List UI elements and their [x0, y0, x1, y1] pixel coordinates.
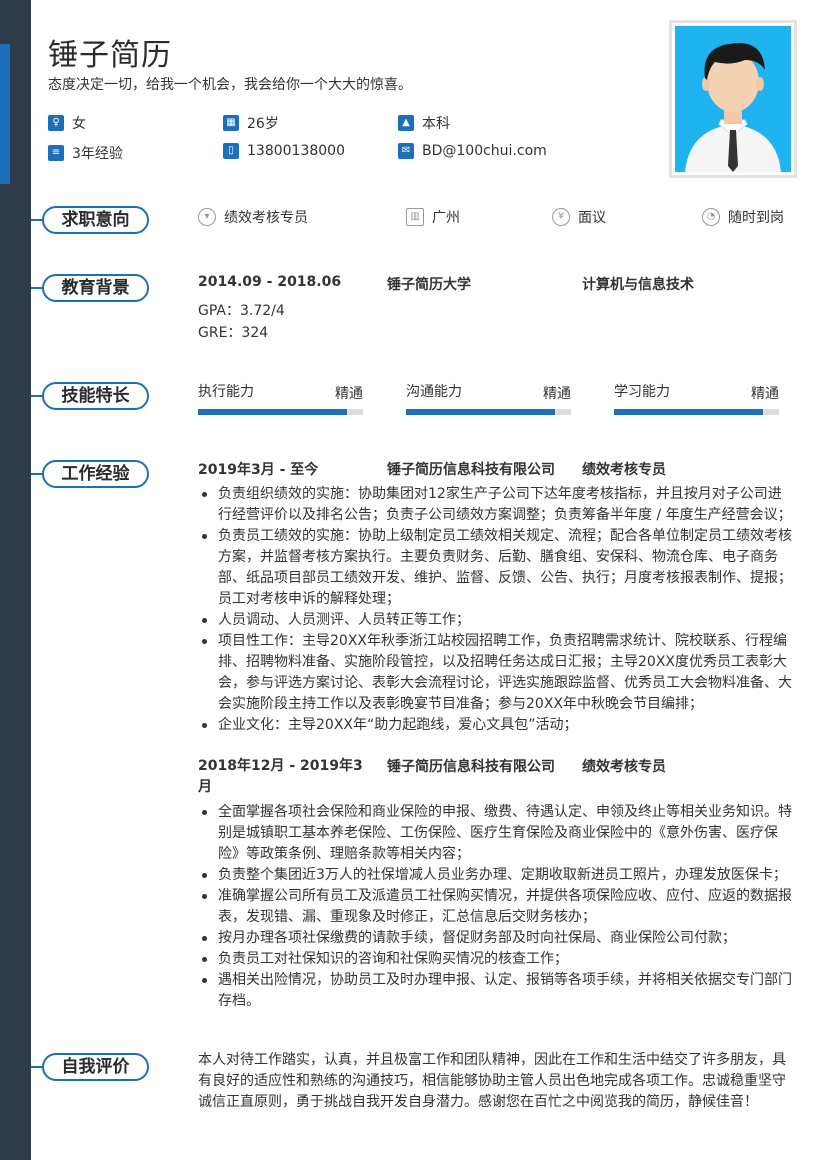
skill-level: 精通: [543, 386, 571, 402]
intent-city: ▥ 广州: [406, 207, 460, 227]
list-item: 项目性工作：主导20XX年秋季浙江站校园招聘工作，负责招聘需求统计、院校联系、行…: [198, 631, 794, 715]
info-gender: ♀ 女: [48, 113, 86, 133]
info-degree: ▲ 本科: [398, 113, 450, 133]
skill-level: 精通: [335, 386, 363, 402]
skill-bar-track: [198, 409, 363, 415]
info-email: ✉ BD@100chui.com: [398, 143, 547, 159]
job-company: 锤子简历信息科技有限公司: [387, 759, 555, 775]
email-value[interactable]: BD@100chui.com: [422, 143, 547, 159]
list-item: 企业文化：主导20XX年“助力起跑线，爱心文具包”活动；: [198, 715, 794, 736]
intent-availability-value: 随时到岗: [728, 210, 784, 226]
gender-icon: ♀: [48, 115, 64, 131]
skill-name: 沟通能力: [406, 384, 462, 400]
job-period: 2018年12月 - 2019年3月: [198, 758, 363, 795]
yen-icon: ¥: [552, 208, 570, 226]
section-title-education: 教育背景: [42, 274, 149, 302]
intent-position-value: 绩效考核专员: [224, 210, 308, 226]
skill-bar-fill: [614, 409, 763, 415]
list-item: 负责组织绩效的实施：协助集团对12家生产子公司下达年度考核指标，并且按月对子公司…: [198, 484, 794, 526]
graduation-cap-icon: ▲: [398, 115, 414, 131]
intent-availability: ◔ 随时到岗: [702, 207, 784, 227]
skill-name: 学习能力: [614, 384, 670, 400]
job-duties-list: 负责组织绩效的实施：协助集团对12家生产子公司下达年度考核指标，并且按月对子公司…: [198, 484, 794, 736]
education-gpa: GPA：3.72/4: [198, 303, 285, 319]
section-title-self: 自我评价: [42, 1053, 149, 1081]
job-title: 绩效考核专员: [582, 462, 666, 478]
phone-icon: ▯: [223, 143, 239, 159]
info-experience: ≡ 3年经验: [48, 143, 123, 163]
info-phone: ▯ 13800138000: [223, 143, 345, 159]
education-period: 2014.09 - 2018.06: [198, 274, 342, 290]
skill-bar-fill: [198, 409, 347, 415]
sidebar-accent: [0, 44, 10, 184]
education-gre: GRE：324: [198, 325, 269, 341]
list-item: 遇相关出险情况，协助员工及时办理申报、认定、报销等各项手续，并将相关依据交专门部…: [198, 970, 794, 1012]
list-item: 按月办理各项社保缴费的请款手续，督促财务部及时向社保局、商业保险公司付款；: [198, 928, 794, 949]
intent-city-value: 广州: [432, 210, 460, 226]
education-major: 计算机与信息技术: [582, 277, 694, 293]
intent-salary: ¥ 面议: [552, 207, 606, 227]
info-age: ▦ 26岁: [223, 113, 279, 133]
section-title-work: 工作经验: [42, 460, 149, 488]
intent-position: ▾ 绩效考核专员: [198, 207, 308, 227]
phone-value[interactable]: 13800138000: [247, 143, 345, 159]
skill-bar-track: [406, 409, 571, 415]
skill-level: 精通: [751, 386, 779, 402]
skill-bar-track: [614, 409, 779, 415]
resume-name: 锤子简历: [48, 38, 172, 73]
job-title: 绩效考核专员: [582, 759, 666, 775]
age-value: 26岁: [247, 116, 279, 132]
list-item: 人员调动、人员测评、人员转正等工作；: [198, 610, 794, 631]
list-item: 负责员工绩效的实施：协助上级制定员工绩效相关规定、流程；配合各单位制定员工绩效考…: [198, 526, 794, 610]
building-icon: ▥: [406, 208, 424, 226]
skill-bar-fill: [406, 409, 555, 415]
tie-icon: ▾: [198, 208, 216, 226]
intent-salary-value: 面议: [578, 210, 606, 226]
list-item: 全面掌握各项社会保险和商业保险的申报、缴费、待遇认定、申领及终止等相关业务知识。…: [198, 802, 794, 865]
profile-photo: [669, 20, 797, 178]
list-item: 准确掌握公司所有员工及派遣员工社保购买情况，并提供各项保险应收、应付、应返的数据…: [198, 886, 794, 928]
mail-icon: ✉: [398, 143, 414, 159]
degree-value: 本科: [422, 116, 450, 132]
resume-motto: 态度决定一切，给我一个机会，我会给你一个大大的惊喜。: [48, 77, 412, 93]
experience-value: 3年经验: [72, 146, 123, 162]
job-duties-list: 全面掌握各项社会保险和商业保险的申报、缴费、待遇认定、申领及终止等相关业务知识。…: [198, 802, 794, 1012]
skill-name: 执行能力: [198, 384, 254, 400]
list-item: 负责整个集团近3万人的社保增减人员业务办理、定期收取新进员工照片，办理发放医保卡…: [198, 865, 794, 886]
calendar-icon: ▦: [223, 115, 239, 131]
job-company: 锤子简历信息科技有限公司: [387, 462, 555, 478]
job-period: 2019年3月 - 至今: [198, 462, 319, 478]
gender-value: 女: [72, 116, 86, 132]
avatar-illustration: [685, 43, 781, 172]
self-evaluation-text: 本人对待工作踏实，认真，并且极富工作和团队精神，因此在工作和生活中结交了许多朋友…: [198, 1052, 786, 1110]
education-school: 锤子简历大学: [387, 277, 471, 293]
section-title-intent: 求职意向: [42, 206, 149, 234]
document-icon: ≡: [48, 145, 64, 161]
clock-icon: ◔: [702, 208, 720, 226]
list-item: 负责员工对社保知识的咨询和社保购买情况的核查工作；: [198, 949, 794, 970]
section-title-skills: 技能特长: [42, 382, 149, 410]
